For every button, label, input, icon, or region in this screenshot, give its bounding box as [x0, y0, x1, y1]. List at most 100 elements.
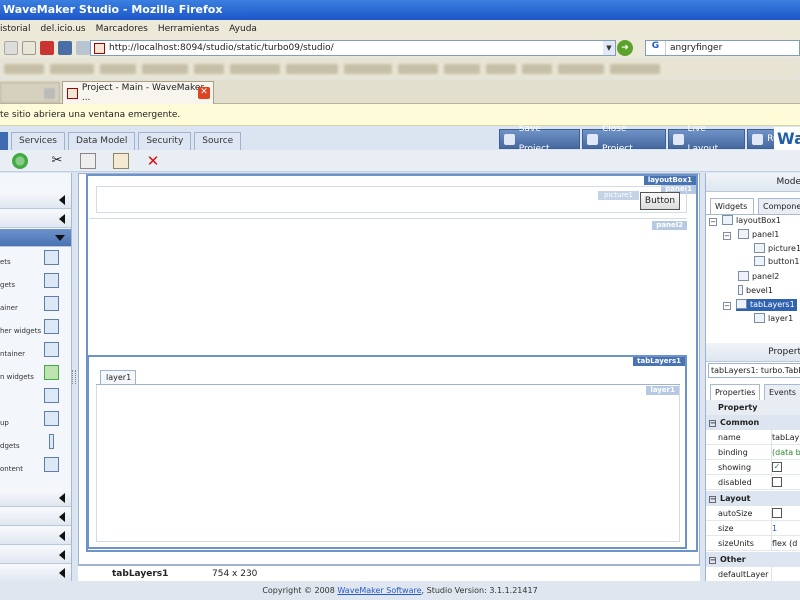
- size-value-field[interactable]: 1: [772, 521, 777, 536]
- tab-widgets[interactable]: Widgets: [710, 198, 754, 214]
- property-header: Property: [706, 400, 800, 415]
- tab-project-main[interactable]: Project - Main - WaveMaker ... ✕: [62, 81, 214, 104]
- name-value-field[interactable]: tabLay: [772, 430, 799, 445]
- palette-item-label: gets: [0, 281, 16, 289]
- sizeunits-select[interactable]: flex (d: [772, 536, 797, 551]
- tree-node-panel2[interactable]: panel2: [738, 271, 779, 283]
- bookmark-item[interactable]: [100, 64, 136, 74]
- home-icon[interactable]: [40, 41, 54, 55]
- bookmark-item[interactable]: [444, 64, 480, 74]
- tree-node-tablayers1[interactable]: tabLayers1: [736, 299, 797, 311]
- bookmark-item[interactable]: [486, 64, 516, 74]
- tab-properties[interactable]: Properties: [710, 384, 760, 400]
- tree-collapse-icon[interactable]: −: [723, 302, 731, 310]
- disabled-checkbox[interactable]: [772, 477, 782, 487]
- layer1-tab[interactable]: layer1: [100, 370, 136, 385]
- tab-source[interactable]: Source: [194, 132, 242, 150]
- palette-section-header[interactable]: [0, 229, 71, 247]
- palette-section-header[interactable]: [0, 489, 71, 507]
- search-box[interactable]: G angryfinger: [645, 40, 800, 56]
- palette-item[interactable]: up: [0, 408, 71, 430]
- palette-item-label: her widgets: [0, 327, 42, 335]
- splitter-handle[interactable]: [72, 370, 76, 384]
- bookmark-item[interactable]: [344, 64, 392, 74]
- palette-item[interactable]: her widgets: [0, 316, 71, 338]
- google-icon[interactable]: G: [646, 41, 666, 55]
- bookmark-item[interactable]: [230, 64, 280, 74]
- refresh-icon[interactable]: [12, 153, 28, 169]
- paste-icon[interactable]: [113, 153, 129, 169]
- close-icon[interactable]: ✕: [198, 87, 210, 99]
- palette-section-header[interactable]: [0, 527, 71, 545]
- binding-value-field[interactable]: (data b: [772, 445, 800, 460]
- menu-tools[interactable]: Herramientas: [158, 24, 219, 34]
- palette-section-header[interactable]: [0, 191, 71, 209]
- palette-section-header[interactable]: [0, 210, 71, 228]
- tab-security[interactable]: Security: [138, 132, 192, 150]
- tab-components[interactable]: Compone: [758, 198, 800, 214]
- menu-history[interactable]: istorial: [0, 24, 30, 34]
- palette-item[interactable]: ontent: [0, 454, 71, 476]
- tree-node-layoutbox1[interactable]: layoutBox1: [722, 215, 781, 227]
- wavemaker-link[interactable]: WaveMaker Software: [337, 586, 421, 595]
- bookmark-item[interactable]: [610, 64, 660, 74]
- bookmark-item[interactable]: [522, 64, 552, 74]
- copy-icon[interactable]: [80, 153, 96, 169]
- tab-data-model[interactable]: Data Model: [67, 132, 136, 150]
- group-other[interactable]: − Other: [706, 552, 800, 567]
- bookmark-item[interactable]: [4, 64, 44, 74]
- tree-node-layer1[interactable]: layer1: [754, 313, 793, 325]
- picture1-widget[interactable]: picture1: [598, 191, 639, 200]
- url-dropdown-icon[interactable]: ▼: [603, 41, 615, 55]
- bookmark-item[interactable]: [194, 64, 224, 74]
- live-layout-button[interactable]: Live Layout: [667, 124, 746, 154]
- palette-section-header[interactable]: [0, 546, 71, 564]
- group-layout[interactable]: − Layout: [706, 491, 800, 506]
- tree-node-button1[interactable]: button1: [754, 256, 799, 268]
- palette-section-header[interactable]: [0, 508, 71, 526]
- tab-events[interactable]: Events: [764, 384, 800, 400]
- tab-background[interactable]: [0, 82, 60, 103]
- button1-widget[interactable]: Button: [640, 192, 680, 210]
- menu-delicious[interactable]: del.icio.us: [40, 24, 85, 34]
- stop-icon[interactable]: [22, 41, 36, 55]
- tab-designer[interactable]: [0, 132, 8, 150]
- palette-item[interactable]: [0, 385, 71, 407]
- tree-node-panel1[interactable]: panel1: [738, 229, 779, 241]
- bookmark-item[interactable]: [142, 64, 188, 74]
- tree-node-picture1[interactable]: picture1: [754, 243, 800, 255]
- palette-item[interactable]: gets: [0, 270, 71, 292]
- panel2-widget[interactable]: panel2: [89, 218, 687, 355]
- close-icon[interactable]: [44, 88, 55, 99]
- bookmark-item[interactable]: [286, 64, 338, 74]
- group-common[interactable]: − Common: [706, 415, 800, 430]
- bookmark-item[interactable]: [398, 64, 438, 74]
- delete-icon[interactable]: ✕: [145, 153, 161, 169]
- menu-help[interactable]: Ayuda: [229, 24, 257, 34]
- palette-item[interactable]: ainer: [0, 293, 71, 315]
- bookmark-item[interactable]: [558, 64, 604, 74]
- menu-bookmarks[interactable]: Marcadores: [96, 24, 148, 34]
- tree-collapse-icon[interactable]: −: [723, 232, 731, 240]
- palette-item[interactable]: ets: [0, 247, 71, 269]
- palette-item[interactable]: ntainer: [0, 339, 71, 361]
- close-project-button[interactable]: Close Project: [582, 124, 666, 154]
- selected-component-select[interactable]: tabLayers1: turbo.TabLa: [708, 363, 800, 378]
- autosize-checkbox[interactable]: [772, 508, 782, 518]
- print-icon[interactable]: [76, 41, 90, 55]
- url-bar[interactable]: http://localhost:8094/studio/static/turb…: [90, 40, 616, 56]
- layer1-widget[interactable]: layer1: [96, 385, 680, 542]
- showing-checkbox[interactable]: ✓: [772, 462, 782, 472]
- save-project-button[interactable]: Save Project: [499, 124, 581, 154]
- bookmark-item[interactable]: [50, 64, 94, 74]
- tab-services[interactable]: Services: [11, 132, 65, 150]
- reload-icon[interactable]: [4, 41, 18, 55]
- cut-icon[interactable]: ✂: [49, 153, 65, 169]
- palette-item[interactable]: dgets: [0, 431, 71, 453]
- palette-section-header[interactable]: [0, 564, 71, 582]
- go-arrow-icon[interactable]: ➜: [617, 40, 633, 56]
- bookmark-manager-icon[interactable]: [58, 41, 72, 55]
- tree-collapse-icon[interactable]: −: [709, 218, 717, 226]
- palette-item[interactable]: n widgets: [0, 362, 71, 384]
- tree-node-bevel1[interactable]: bevel1: [738, 285, 773, 297]
